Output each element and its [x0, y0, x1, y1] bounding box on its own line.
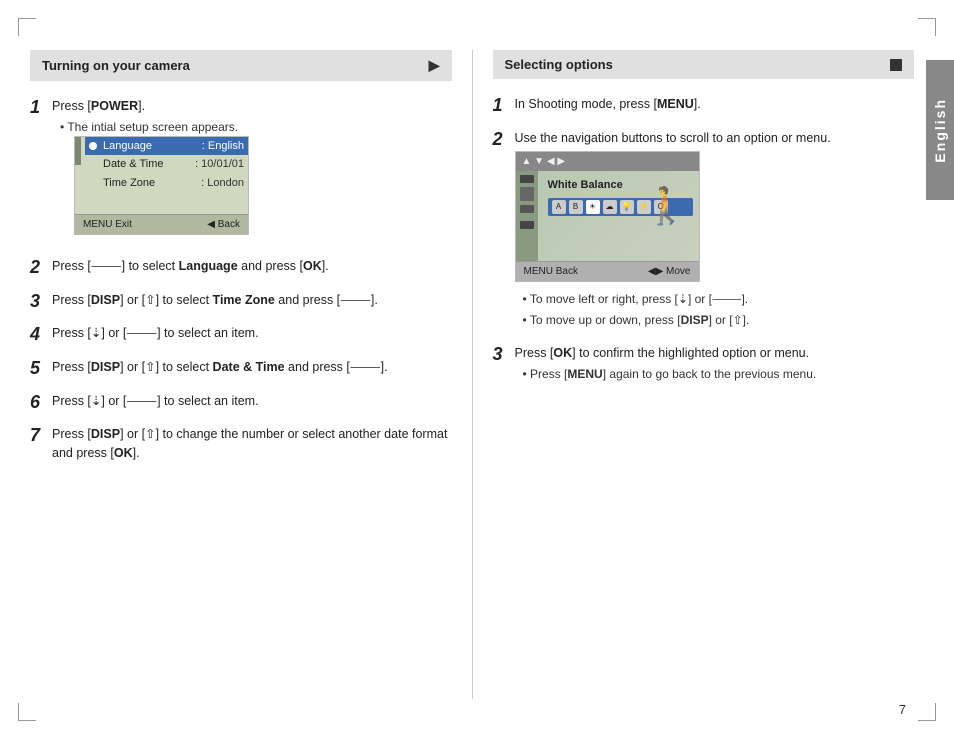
right-step-1-num: 1 [493, 95, 515, 117]
wb-icon-auto: A [552, 200, 566, 214]
right-step-3-num: 3 [493, 344, 515, 366]
step-4: 4 Press [⇣] or [⸻] to select an item. [30, 324, 452, 346]
right-section-header: Selecting options [493, 50, 915, 79]
step-1-sub: The intial setup screen appears. [52, 118, 452, 136]
camera-menu-rows: Language : English Date & Time : 10/01/0… [85, 137, 248, 215]
step-1-num: 1 [30, 97, 52, 119]
step-3-num: 3 [30, 291, 52, 313]
wb-icon-2 [520, 187, 534, 201]
page-number: 7 [899, 702, 906, 717]
step-1-content: Press [POWER]. The intial setup screen a… [52, 97, 452, 245]
right-step-3: 3 Press [OK] to confirm the highlighted … [493, 344, 915, 383]
right-step-3-sub: Press [MENU] again to go back to the pre… [515, 365, 915, 383]
left-section-title: Turning on your camera [42, 58, 190, 73]
step-4-num: 4 [30, 324, 52, 346]
step-5: 5 Press [DISP] or [⇧] to select Date & T… [30, 358, 452, 380]
right-step-2-content: Use the navigation buttons to scroll to … [515, 129, 915, 333]
right-step-2: 2 Use the navigation buttons to scroll t… [493, 129, 915, 333]
right-section-title: Selecting options [505, 57, 613, 72]
right-step-1: 1 In Shooting mode, press [MENU]. [493, 95, 915, 117]
wb-top-icons: ▲ ▼ ◀ ▶ [522, 154, 566, 169]
right-step-2-num: 2 [493, 129, 515, 151]
corner-mark-tr [918, 18, 936, 36]
step-1: 1 Press [POWER]. The intial setup screen… [30, 97, 452, 245]
right-section-square [890, 59, 902, 71]
wb-top-bar: ▲ ▼ ◀ ▶ [516, 152, 699, 171]
step-2-content: Press [⸻] to select Language and press [… [52, 257, 452, 276]
camera-icon-bar [75, 137, 81, 165]
camera-row-language: Language : English [85, 137, 248, 156]
wb-icon-b: B [569, 200, 583, 214]
wb-screen: ▲ ▼ ◀ ▶ White Balance [515, 151, 700, 282]
wb-bullet-2: To move up or down, press [DISP] or [⇧]. [515, 311, 915, 329]
left-section-arrow: ▶ [429, 57, 440, 74]
step-6-num: 6 [30, 392, 52, 414]
right-step-1-content: In Shooting mode, press [MENU]. [515, 95, 915, 114]
step-5-num: 5 [30, 358, 52, 380]
side-tab: English [926, 60, 954, 200]
step-3: 3 Press [DISP] or [⇧] to select Time Zon… [30, 291, 452, 313]
step-4-content: Press [⇣] or [⸻] to select an item. [52, 324, 452, 343]
step-2-num: 2 [30, 257, 52, 279]
corner-mark-bl [18, 703, 36, 721]
camera-footer: MENU Exit ◀ Back [75, 214, 248, 234]
camera-footer-exit: MENU Exit [83, 217, 132, 232]
wb-bullet-1: To move left or right, press [⇣] or [⸻]. [515, 290, 915, 308]
main-content: Turning on your camera ▶ 1 Press [POWER]… [30, 50, 914, 699]
step-6-content: Press [⇣] or [⸻] to select an item. [52, 392, 452, 411]
camera-empty-space [85, 192, 248, 214]
step-1-text: Press [POWER]. [52, 99, 145, 113]
wb-icon-4 [520, 221, 534, 229]
wb-body: White Balance A B ☀ ☁ 💡 ⚡ C [516, 171, 699, 261]
step-7-content: Press [DISP] or [⇧] to change the number… [52, 425, 452, 463]
side-tab-label: English [932, 98, 948, 163]
camera-dot [89, 142, 97, 150]
corner-mark-br [918, 703, 936, 721]
camera-row-datetime: Date & Time : 10/01/01 [85, 155, 248, 174]
corner-mark-tl [18, 18, 36, 36]
step-5-content: Press [DISP] or [⇧] to select Date & Tim… [52, 358, 452, 377]
wb-left-strip [516, 171, 538, 261]
wb-footer-move: ◀▶ Move [648, 264, 691, 279]
wb-icon-1 [520, 175, 534, 183]
wb-footer: MENU Back ◀▶ Move [516, 261, 699, 281]
camera-footer-back: ◀ Back [207, 217, 240, 232]
wb-icon-sun: ☀ [586, 200, 600, 214]
right-step-3-content: Press [OK] to confirm the highlighted op… [515, 344, 915, 383]
wb-icon-3 [520, 205, 534, 213]
step-2: 2 Press [⸻] to select Language and press… [30, 257, 452, 279]
right-panel: Selecting options 1 In Shooting mode, pr… [473, 50, 915, 699]
wb-icon-bulb: 💡 [620, 200, 634, 214]
step-7: 7 Press [DISP] or [⇧] to change the numb… [30, 425, 452, 463]
wb-icon-cloud: ☁ [603, 200, 617, 214]
step-6: 6 Press [⇣] or [⸻] to select an item. [30, 392, 452, 414]
wb-footer-back: MENU Back [524, 264, 578, 279]
step-7-num: 7 [30, 425, 52, 447]
left-panel: Turning on your camera ▶ 1 Press [POWER]… [30, 50, 473, 699]
camera-screen: Language : English Date & Time : 10/01/0… [74, 136, 249, 236]
wb-figure: 🚶 [644, 179, 689, 233]
left-section-header: Turning on your camera ▶ [30, 50, 452, 81]
camera-row-timezone: Time Zone : London [85, 174, 248, 193]
step-3-content: Press [DISP] or [⇧] to select Time Zone … [52, 291, 452, 310]
